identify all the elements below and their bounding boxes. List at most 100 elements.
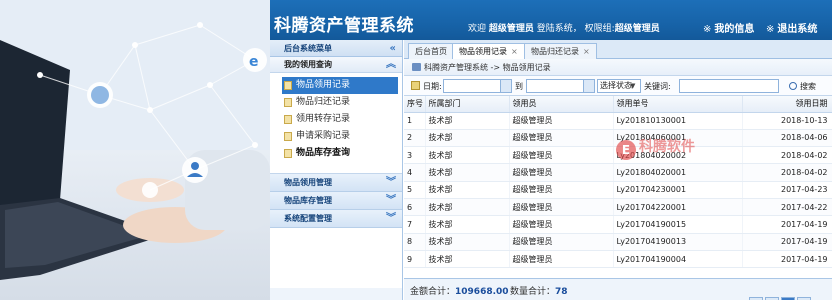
sidebar-group-label: 物品领用管理 bbox=[284, 178, 332, 187]
table-cell: 超级管理员 bbox=[509, 198, 614, 217]
chevron-down-icon[interactable]: ︾ bbox=[386, 210, 396, 228]
keyword-input[interactable] bbox=[679, 79, 779, 93]
table-row[interactable]: 5 技术部 超级管理员 Ly201704230001 2017-04-23 bbox=[404, 181, 832, 199]
sidebar-item-return-records[interactable]: 物品归还记录 bbox=[282, 94, 398, 111]
close-icon[interactable]: × bbox=[583, 47, 590, 56]
tab-receive-records[interactable]: 物品领用记录 × bbox=[452, 43, 525, 59]
hero-photo: e bbox=[0, 0, 270, 300]
welcome-prefix: 欢迎 bbox=[468, 24, 487, 34]
table-cell: 技术部 bbox=[425, 181, 510, 199]
sidebar-title[interactable]: 后台系统菜单 « bbox=[270, 40, 402, 57]
start-date-input[interactable] bbox=[443, 79, 512, 93]
table-row[interactable]: 2 技术部 超级管理员 Ly201804060001 2018-04-06 bbox=[404, 129, 832, 148]
tab-label: 后台首页 bbox=[415, 47, 447, 56]
table-cell: Ly201804020001 bbox=[613, 163, 743, 182]
sidebar-item-label: 申请采购记录 bbox=[296, 131, 351, 141]
sidebar-item-label: 领用转存记录 bbox=[296, 114, 351, 124]
sidebar-item-transfer-records[interactable]: 领用转存记录 bbox=[282, 111, 398, 128]
totals-footer: 金额合计：109668.00 数量合计：78 bbox=[404, 278, 832, 300]
table-row[interactable]: 1 技术部 超级管理员 Ly201810130001 2018-10-13 bbox=[404, 112, 832, 130]
amount-total: 金额合计：109668.00 bbox=[410, 284, 509, 297]
sidebar-section[interactable]: 我的领用查询 ︽ bbox=[270, 57, 402, 73]
table-header-row: 序号 所属部门 领用员 领用单号 领用日期 bbox=[404, 96, 832, 113]
table-cell: 2017-04-19 bbox=[742, 215, 832, 234]
svg-text:e: e bbox=[249, 54, 259, 70]
logout-link[interactable]: ※ 退出系统 bbox=[766, 20, 817, 35]
table-row[interactable]: 8 技术部 超级管理员 Ly201704190013 2017-04-19 bbox=[404, 233, 832, 251]
table-cell: 技术部 bbox=[425, 163, 510, 182]
sidebar-group-label: 系统配置管理 bbox=[284, 214, 332, 223]
date-picker-icon[interactable] bbox=[583, 80, 594, 92]
document-icon bbox=[284, 98, 292, 107]
my-info-link[interactable]: ※ 我的信息 bbox=[703, 20, 754, 35]
sidebar-item-inventory-query[interactable]: 物品库存查询 bbox=[282, 145, 398, 162]
chevron-down-icon: ▼ bbox=[630, 82, 636, 90]
table-cell: 2017-04-19 bbox=[742, 233, 832, 251]
table-cell: Ly201704220001 bbox=[613, 198, 743, 217]
table-cell: 8 bbox=[404, 233, 426, 251]
table-cell: 超级管理员 bbox=[509, 129, 614, 148]
sidebar-group-receive-management[interactable]: 物品领用管理 ︾ bbox=[270, 174, 402, 192]
amount-total-label: 金额合计： bbox=[410, 287, 456, 297]
chevron-down-icon[interactable]: ︾ bbox=[386, 174, 396, 192]
column-header: 所属部门 bbox=[425, 96, 510, 113]
breadcrumb-text: 科腾资产管理系统 -> 物品领用记录 bbox=[424, 63, 551, 72]
table-cell: 3 bbox=[404, 146, 426, 165]
sidebar-group-system-config[interactable]: 系统配置管理 ︾ bbox=[270, 210, 402, 228]
tab-home[interactable]: 后台首页 bbox=[408, 43, 454, 59]
table-cell: 超级管理员 bbox=[509, 163, 614, 182]
end-date-input[interactable] bbox=[526, 79, 595, 93]
table-cell: 超级管理员 bbox=[509, 233, 614, 251]
status-select[interactable]: 选择状态 ▼ bbox=[597, 79, 641, 93]
table-cell: 4 bbox=[404, 163, 426, 182]
tab-bar: 后台首页 物品领用记录 × 物品归还记录 × bbox=[404, 40, 832, 59]
keyword-label: 关键词: bbox=[644, 82, 671, 91]
table-row[interactable]: 6 技术部 超级管理员 Ly201704220001 2017-04-22 bbox=[404, 198, 832, 217]
date-picker-icon[interactable] bbox=[500, 80, 511, 92]
calendar-icon bbox=[411, 81, 420, 90]
table-cell: 6 bbox=[404, 198, 426, 217]
chevron-up-icon[interactable]: ︽ bbox=[386, 57, 396, 73]
sidebar-empty-area bbox=[270, 228, 402, 288]
sidebar-item-purchase-records[interactable]: 申请采购记录 bbox=[282, 128, 398, 145]
search-button[interactable]: 搜索 bbox=[789, 81, 816, 92]
close-icon[interactable]: × bbox=[511, 47, 518, 56]
sidebar-group-inventory-management[interactable]: 物品库存管理 ︾ bbox=[270, 192, 402, 210]
table-cell: 超级管理员 bbox=[509, 250, 614, 269]
table-cell: 超级管理员 bbox=[509, 215, 614, 234]
table-cell: 7 bbox=[404, 215, 426, 234]
table-cell: 技术部 bbox=[425, 233, 510, 251]
main-content: 后台首页 物品领用记录 × 物品归还记录 × 科腾资产管理系统 -> 物品领用记录 … bbox=[404, 40, 832, 300]
network-laptop-illustration: e bbox=[0, 0, 270, 300]
quantity-total-label: 数量合计： bbox=[510, 287, 556, 297]
sidebar-title-label: 后台系统菜单 bbox=[284, 44, 332, 53]
table-row[interactable]: 9 技术部 超级管理员 Ly201704190004 2017-04-19 bbox=[404, 250, 832, 269]
my-info-label: 我的信息 bbox=[714, 24, 755, 35]
table-cell: 技术部 bbox=[425, 215, 510, 234]
table-row[interactable]: 4 技术部 超级管理员 Ly201804020001 2018-04-02 bbox=[404, 163, 832, 182]
chevron-down-icon[interactable]: ︾ bbox=[386, 192, 396, 210]
column-header: 领用单号 bbox=[613, 96, 743, 113]
sidebar: 后台系统菜单 « 我的领用查询 ︽ 物品领用记录 物品归还记录 领用转存记录 申… bbox=[270, 40, 403, 300]
tab-label: 物品领用记录 bbox=[459, 47, 507, 56]
top-bar: 科腾资产管理系统 欢迎 超级管理员 登陆系统， 权限组:超级管理员 ※ 我的信息 … bbox=[270, 0, 832, 40]
collapse-left-icon[interactable]: « bbox=[390, 40, 396, 57]
records-table: 序号 所属部门 领用员 领用单号 领用日期 1 技术部 超级管理员 Ly20181013000… bbox=[404, 96, 832, 269]
sidebar-item-label: 物品库存查询 bbox=[296, 148, 351, 158]
welcome-text: 欢迎 超级管理员 登陆系统， 权限组:超级管理员 bbox=[468, 21, 660, 34]
table-cell: 超级管理员 bbox=[509, 146, 614, 165]
to-label: 到 bbox=[515, 82, 523, 91]
sidebar-item-label: 物品归还记录 bbox=[296, 97, 351, 107]
amount-total-value: 109668.00 bbox=[455, 287, 509, 297]
table-row[interactable]: 3 技术部 超级管理员 Ly201804020002 2018-04-02 bbox=[404, 146, 832, 165]
table-cell: 2018-04-02 bbox=[742, 146, 832, 165]
document-icon bbox=[284, 115, 292, 124]
document-icon bbox=[284, 149, 292, 158]
column-header: 领用日期 bbox=[742, 96, 832, 113]
table-cell: 超级管理员 bbox=[509, 181, 614, 199]
sidebar-item-receive-records[interactable]: 物品领用记录 bbox=[282, 77, 398, 94]
folder-icon bbox=[412, 63, 421, 71]
logout-label: 退出系统 bbox=[777, 24, 818, 35]
table-row[interactable]: 7 技术部 超级管理员 Ly201704190015 2017-04-19 bbox=[404, 215, 832, 234]
tab-return-records[interactable]: 物品归还记录 × bbox=[524, 43, 597, 59]
